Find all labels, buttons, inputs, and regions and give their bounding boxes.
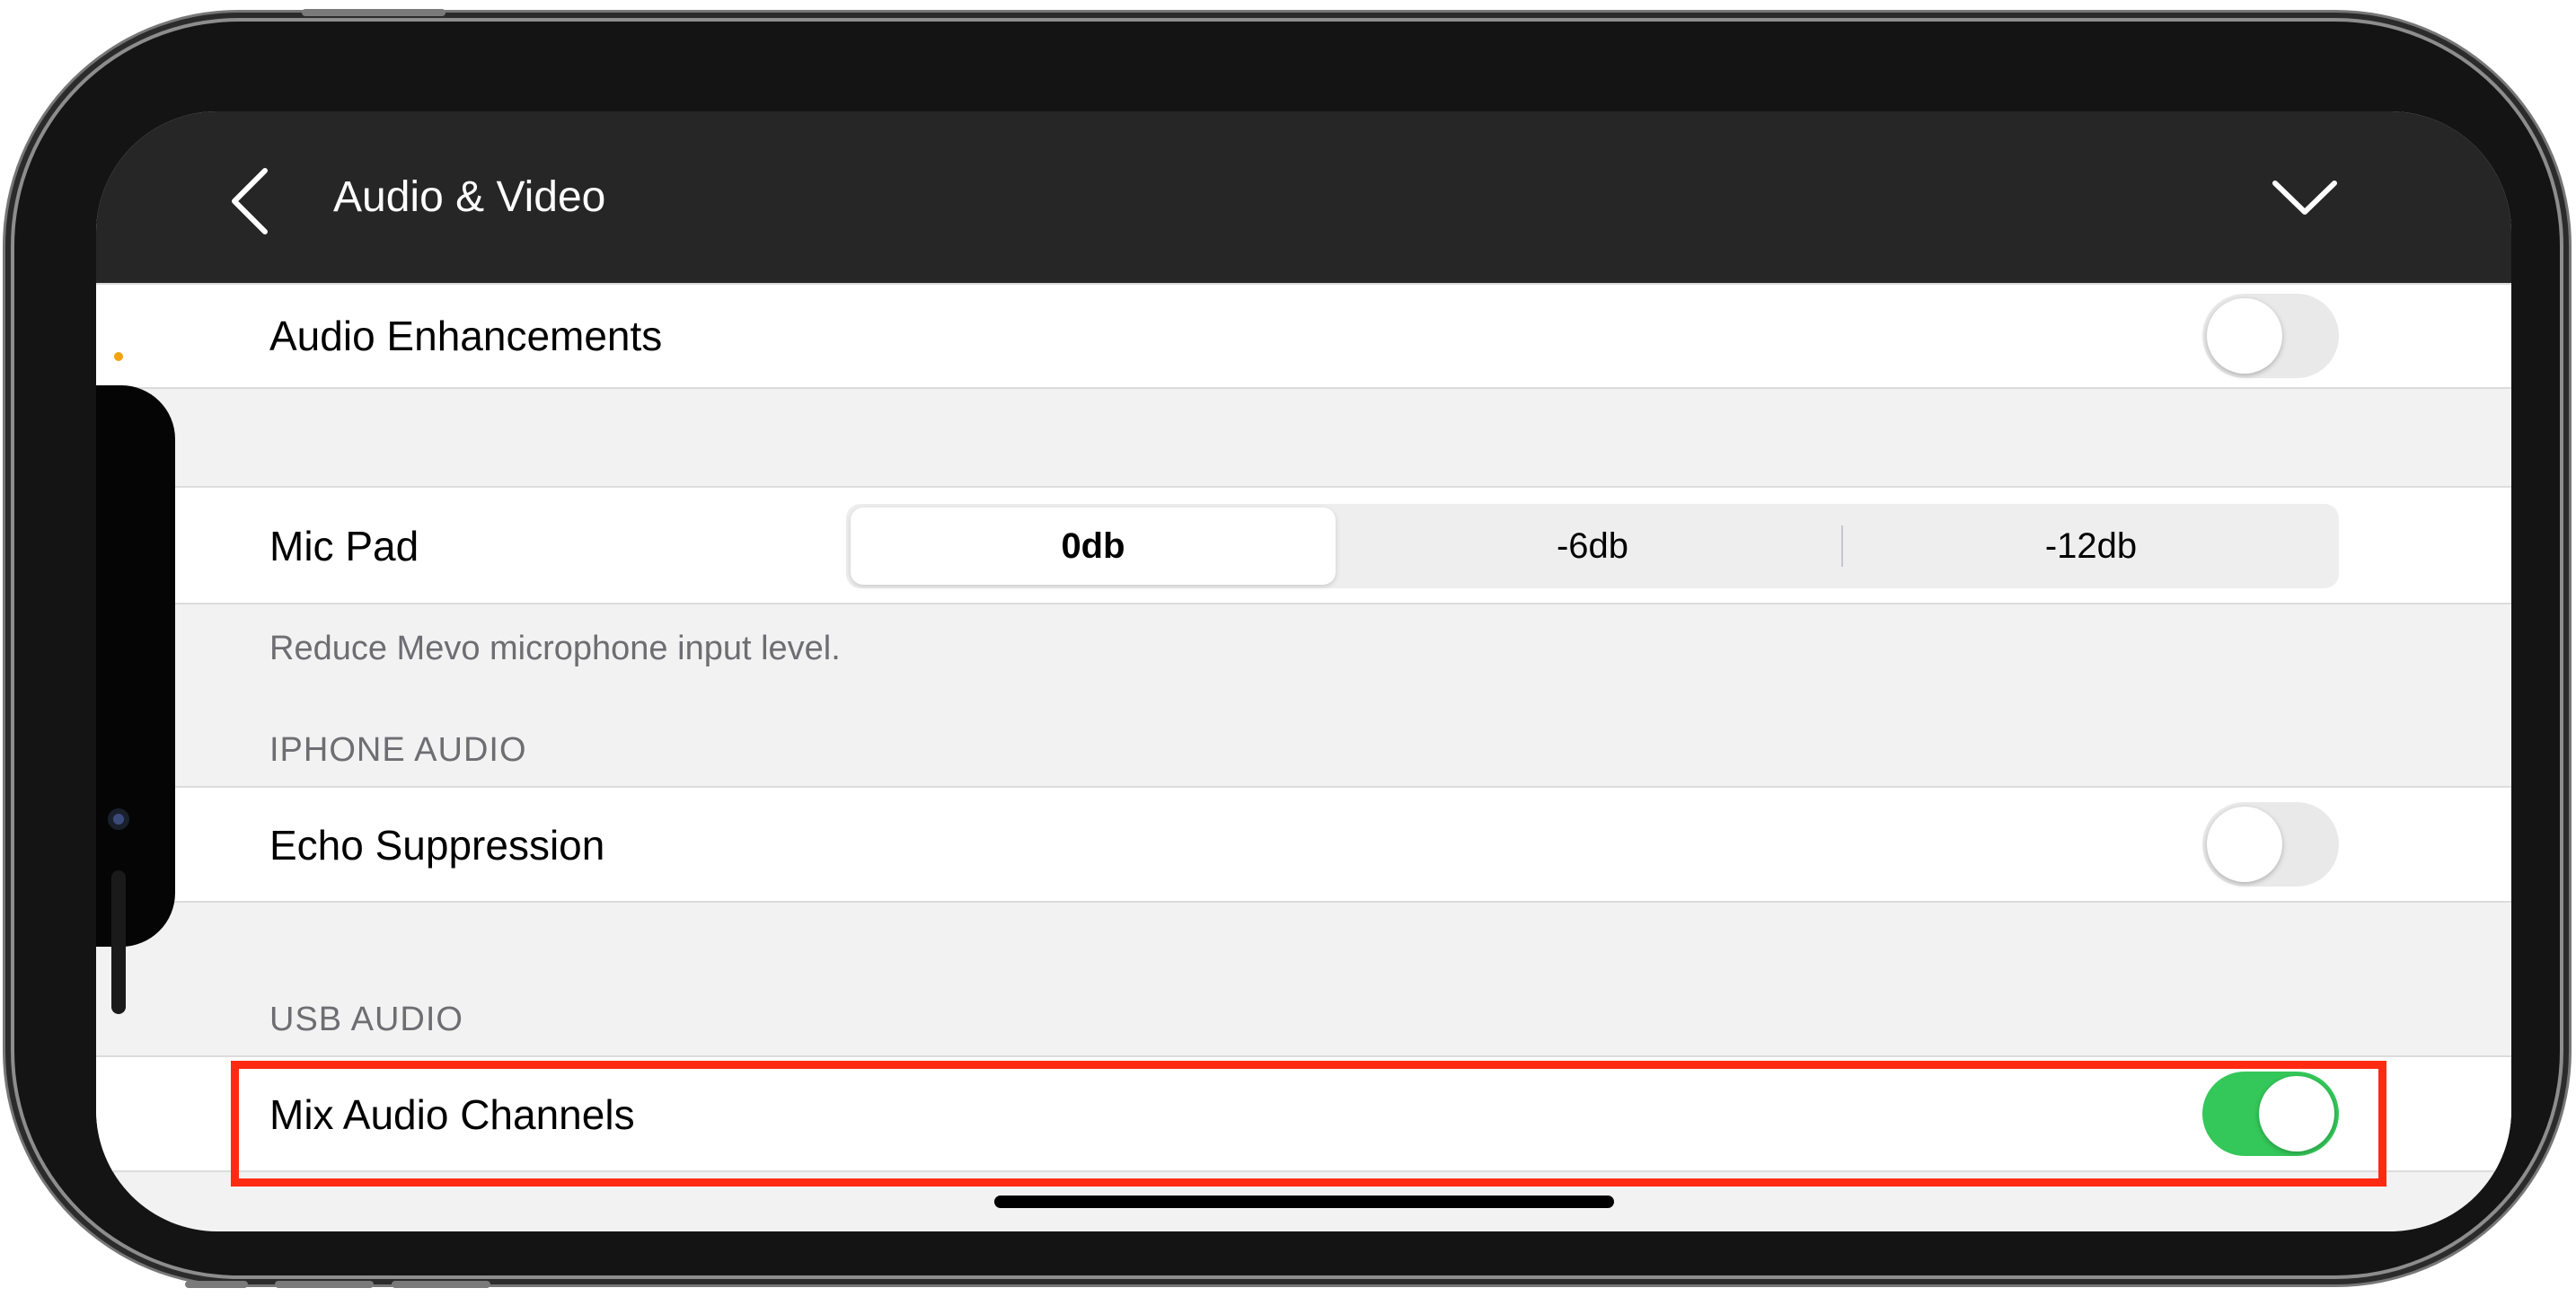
chevron-left-icon[interactable]: [222, 165, 276, 237]
page-title: Audio & Video: [333, 173, 606, 221]
phone-frame: Audio & Video Audio Enhancements Mic Pad…: [14, 9, 2560, 1288]
side-button: [185, 1281, 248, 1288]
navigation-bar: Audio & Video: [96, 111, 2511, 283]
segment-minus-6db[interactable]: -6db: [1344, 504, 1841, 588]
volume-button: [302, 9, 446, 16]
highlight-annotation-box: [231, 1061, 2386, 1187]
toggle-knob: [2207, 807, 2282, 882]
home-indicator[interactable]: [994, 1196, 1614, 1208]
echo-suppression-toggle[interactable]: [2202, 802, 2339, 887]
mic-in-use-indicator: [114, 352, 123, 361]
segment-0db[interactable]: 0db: [851, 507, 1336, 585]
toggle-knob: [2207, 298, 2282, 374]
mic-pad-label: Mic Pad: [269, 523, 419, 569]
usb-audio-section-header: USB AUDIO: [269, 1001, 463, 1038]
echo-suppression-label: Echo Suppression: [269, 822, 605, 869]
mic-pad-footnote: Reduce Mevo microphone input level.: [269, 630, 841, 667]
chevron-down-icon[interactable]: [2270, 176, 2340, 219]
mic-pad-segmented-control: 0db -6db -12db: [846, 504, 2339, 588]
earpiece-speaker: [111, 870, 126, 1014]
segment-minus-12db[interactable]: -12db: [1843, 504, 2339, 588]
screen: Audio & Video Audio Enhancements Mic Pad…: [96, 111, 2511, 1231]
audio-enhancements-toggle[interactable]: [2202, 294, 2339, 378]
side-button: [275, 1281, 374, 1288]
notch: [96, 385, 175, 1014]
audio-enhancements-label: Audio Enhancements: [269, 313, 663, 359]
iphone-audio-section-header: IPHONE AUDIO: [269, 731, 527, 769]
audio-enhancements-row: Audio Enhancements: [96, 283, 2511, 389]
side-button: [392, 1281, 490, 1288]
echo-suppression-row: Echo Suppression: [96, 786, 2511, 903]
front-camera: [108, 808, 129, 830]
mic-pad-row: Mic Pad 0db -6db -12db: [96, 486, 2511, 604]
